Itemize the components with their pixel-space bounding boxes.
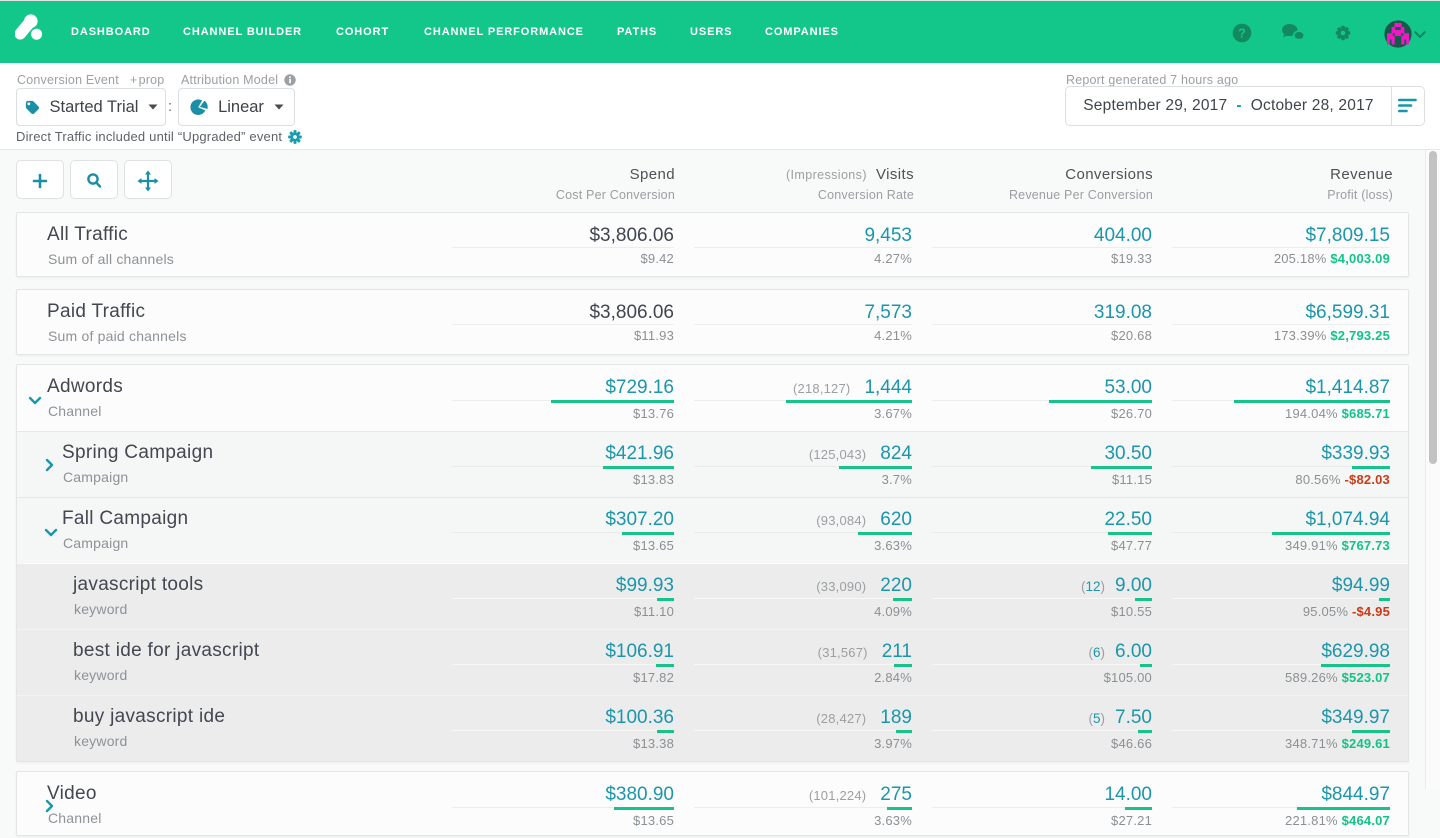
svg-text:?: ? [1238, 26, 1246, 40]
